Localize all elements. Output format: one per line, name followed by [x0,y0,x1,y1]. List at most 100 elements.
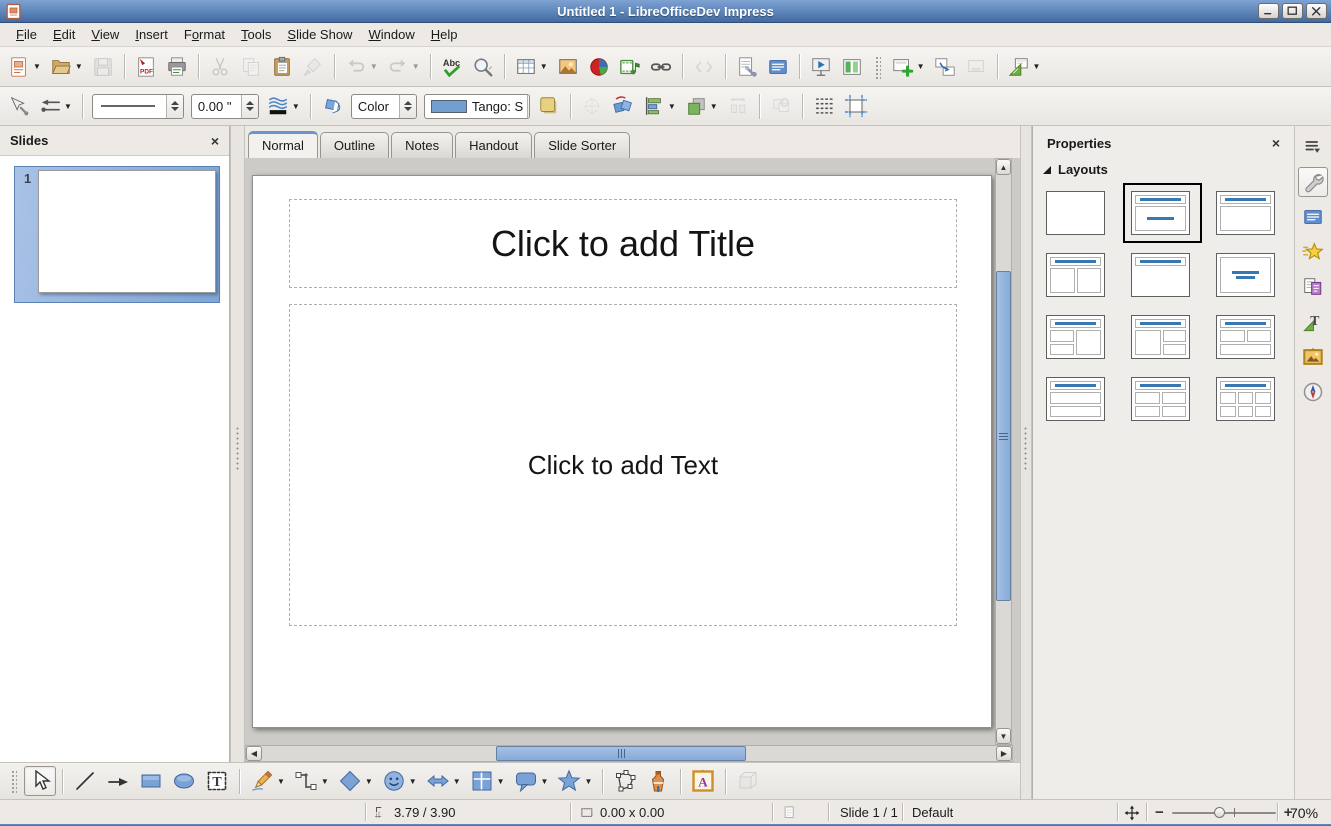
rectangle-tool[interactable] [135,766,167,796]
open-button[interactable]: ▼ [46,51,87,83]
dropdown-arrow-icon[interactable]: ▼ [584,777,592,786]
zoom-button[interactable] [468,51,498,83]
distribute-button[interactable] [723,90,753,122]
dropdown-arrow-icon[interactable]: ▼ [497,777,505,786]
sidebar-settings[interactable] [1298,132,1328,162]
dropdown-arrow-icon[interactable]: ▼ [292,102,300,111]
redo-button[interactable]: ▼ [383,51,424,83]
fit-slide-button[interactable] [1124,800,1140,825]
dropdown-arrow-icon[interactable]: ▼ [321,777,329,786]
splitter-grip-icon[interactable] [1024,426,1029,470]
dropdown-arrow-icon[interactable]: ▼ [75,62,83,71]
zoom-out-icon[interactable]: − [1155,804,1164,821]
edit-mode-button[interactable] [732,51,762,83]
section-expander-icon[interactable] [1043,166,1051,174]
tab-outline[interactable]: Outline [320,132,389,158]
copy-button[interactable] [236,51,266,83]
right-splitter[interactable] [1020,126,1032,799]
layout-tile-blank[interactable] [1038,183,1117,243]
points-tool[interactable] [609,766,641,796]
maximize-button[interactable] [1282,3,1303,19]
new-button[interactable]: ▼ [4,51,45,83]
vertical-scrollbar[interactable]: ▲ ▼ [995,158,1012,745]
extrusion-tool[interactable] [732,766,764,796]
dropdown-arrow-icon[interactable]: ▼ [412,62,420,71]
tab-handout[interactable]: Handout [455,132,532,158]
rotate-button[interactable] [608,90,638,122]
flowchart-tool[interactable]: ▼ [466,766,509,796]
line-width-spin[interactable]: 0.00 " [191,94,259,119]
spinner-icon[interactable] [527,95,530,118]
scroll-left-icon[interactable]: ◀ [246,746,262,761]
fill-color-combo[interactable]: Tango: S [424,94,530,119]
slide-canvas[interactable]: Click to add Title Click to add Text [252,175,992,728]
toolbar-drag-handle[interactable] [10,769,17,793]
layout-tile-title-content[interactable] [1208,183,1287,243]
left-splitter[interactable] [230,126,245,762]
layout-tile-4c[interactable] [1123,369,1202,429]
insert-chart-button[interactable] [584,51,614,83]
line-tool[interactable] [69,766,101,796]
shadow-button[interactable] [534,90,564,122]
arrow-tool[interactable] [102,766,134,796]
display-grid-button[interactable] [809,90,839,122]
transformations-button[interactable] [577,90,607,122]
align-objects-button[interactable]: ▼ [639,90,680,122]
tab-properties[interactable] [1298,167,1328,197]
arrow-style-button[interactable]: ▼ [35,90,76,122]
tab-slide-sorter[interactable]: Slide Sorter [534,132,630,158]
line-style-combo[interactable] [92,94,184,119]
layout-tile-centered[interactable] [1208,245,1287,305]
fill-style-button[interactable] [317,90,347,122]
menu-format[interactable]: Format [176,24,233,45]
callouts-tool[interactable]: ▼ [510,766,553,796]
tab-notes[interactable]: Notes [391,132,453,158]
helplines-button[interactable] [840,90,872,122]
zoom-slider-handle[interactable] [1214,807,1225,818]
dropdown-arrow-icon[interactable]: ▼ [33,62,41,71]
menu-file[interactable]: File [8,24,45,45]
tab-master-slides[interactable] [1298,272,1328,302]
dropdown-arrow-icon[interactable]: ▼ [1033,62,1041,71]
dropdown-arrow-icon[interactable]: ▼ [453,777,461,786]
spinner-icon[interactable] [399,95,416,118]
select-tool[interactable] [24,766,56,796]
zoom-slider[interactable]: − + [1155,800,1293,825]
display-views-button[interactable] [837,51,867,83]
special-character-button[interactable] [689,51,719,83]
dropdown-arrow-icon[interactable]: ▼ [277,777,285,786]
scroll-up-icon[interactable]: ▲ [996,159,1011,175]
print-button[interactable] [162,51,192,83]
block-arrows-tool[interactable]: ▼ [422,766,465,796]
dropdown-arrow-icon[interactable]: ▼ [917,62,925,71]
layout-tile-title-sub[interactable] [1123,183,1202,243]
insert-media-button[interactable] [615,51,645,83]
slides-panel-close-icon[interactable]: × [211,133,219,149]
zoom-slider-track[interactable] [1172,812,1276,814]
menu-window[interactable]: Window [360,24,422,45]
dropdown-arrow-icon[interactable]: ▼ [365,777,373,786]
fill-type-combo[interactable]: Color [351,94,417,119]
splitter-grip-icon[interactable] [235,426,240,470]
toolbar-drag-handle[interactable] [874,55,881,79]
layout-tile-6c[interactable] [1208,369,1287,429]
dropdown-arrow-icon[interactable]: ▼ [64,102,72,111]
duplicate-slide-button[interactable] [930,51,960,83]
edit-points-button[interactable] [4,90,34,122]
export-pdf-button[interactable]: PDF [131,51,161,83]
dropdown-arrow-icon[interactable]: ▼ [409,777,417,786]
cut-button[interactable] [205,51,235,83]
horizontal-scrollbar[interactable]: ◀ ▶ [245,745,1013,762]
tab-styles[interactable]: T [1298,307,1328,337]
undo-button[interactable]: ▼ [341,51,382,83]
menu-help[interactable]: Help [423,24,466,45]
layouts-section-header[interactable]: Layouts [1033,160,1294,183]
group-button[interactable] [766,90,796,122]
textbox-tool[interactable]: T [201,766,233,796]
menu-insert[interactable]: Insert [127,24,176,45]
title-placeholder[interactable]: Click to add Title [289,199,957,288]
tab-animation[interactable] [1298,237,1328,267]
close-button[interactable] [1306,3,1327,19]
modified-indicator[interactable] [782,800,797,825]
line-color-button[interactable]: ▼ [263,90,304,122]
